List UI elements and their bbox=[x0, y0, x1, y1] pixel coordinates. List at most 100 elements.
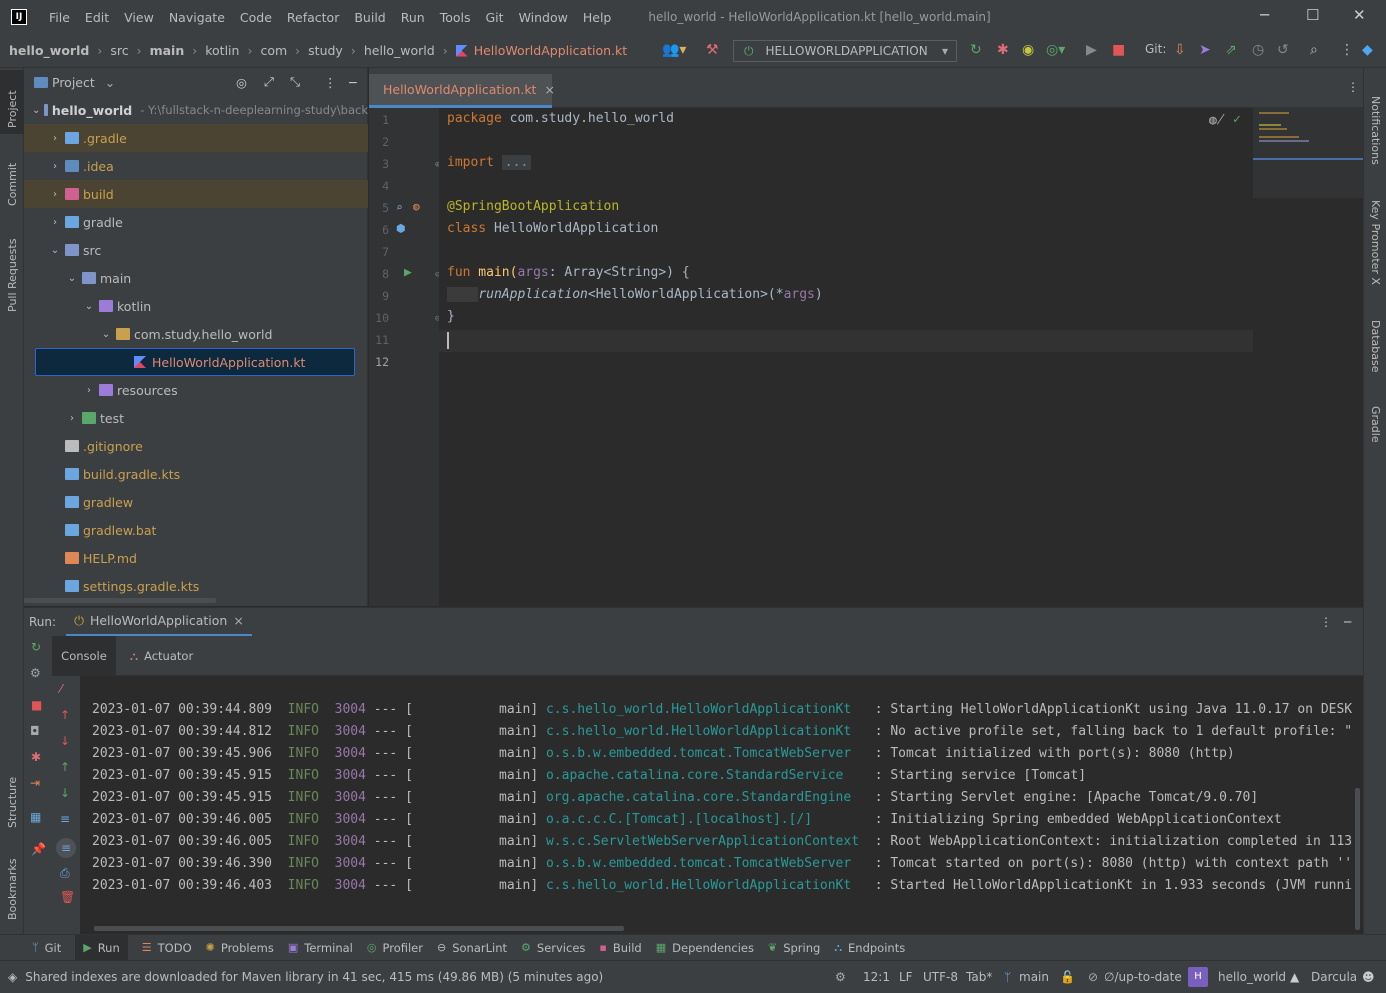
history-icon[interactable]: ◷ bbox=[1252, 42, 1264, 58]
menu-tools[interactable]: Tools bbox=[440, 10, 471, 25]
editor-tab[interactable]: HelloWorldApplication.kt × bbox=[369, 74, 555, 108]
breadcrumb-main[interactable]: main bbox=[150, 43, 185, 58]
tool-window-bookmarks[interactable]: Bookmarks bbox=[6, 859, 19, 920]
menu-git[interactable]: Git bbox=[486, 10, 504, 25]
close-icon[interactable]: ✕ bbox=[1353, 6, 1366, 24]
tool-todo[interactable]: ☰ TODO bbox=[142, 941, 192, 955]
pin-icon[interactable]: 📌 bbox=[31, 842, 46, 856]
rollback-icon[interactable]: ↺ bbox=[1277, 42, 1289, 58]
soft-wrap-icon[interactable]: ≡ bbox=[60, 812, 70, 826]
background-tasks-icon[interactable]: ⚙ bbox=[835, 970, 846, 984]
clear-icon[interactable]: ⁄ bbox=[60, 682, 62, 696]
tool-profiler[interactable]: ◎ Profiler bbox=[367, 941, 423, 955]
tool-window-project[interactable]: Project bbox=[6, 90, 19, 128]
down-arrow-icon[interactable]: ↓ bbox=[60, 734, 70, 748]
debug-icon[interactable]: ✱ bbox=[997, 42, 1009, 58]
menu-view[interactable]: View bbox=[124, 10, 154, 25]
rerun-icon[interactable]: ↻ bbox=[31, 640, 41, 654]
hide-panel-icon[interactable]: ─ bbox=[349, 75, 357, 90]
run-gutter-icon[interactable]: ▶ bbox=[404, 265, 412, 280]
tree-item[interactable]: ⌄ com.study.hello_world bbox=[24, 320, 368, 348]
console-output[interactable]: 2023-01-07 00:39:44.809 INFO 3004 --- [ … bbox=[80, 676, 1363, 934]
vertical-scrollbar[interactable] bbox=[1355, 788, 1360, 930]
chevron-right-icon[interactable]: › bbox=[49, 189, 61, 200]
git-push-icon[interactable]: ⇗ bbox=[1225, 42, 1237, 58]
tool-spring[interactable]: ❦ Spring bbox=[768, 941, 820, 955]
chevron-down-icon[interactable]: ⌄ bbox=[100, 329, 112, 340]
tree-item[interactable]: gradlew.bat bbox=[24, 516, 368, 544]
tool-terminal[interactable]: ▣ Terminal bbox=[288, 941, 353, 955]
tree-item[interactable]: › build bbox=[24, 180, 368, 208]
breadcrumb-hello-world[interactable]: hello_world bbox=[364, 43, 435, 58]
tool-window-key-promoter[interactable]: Key Promoter X bbox=[1369, 200, 1382, 285]
menu-window[interactable]: Window bbox=[519, 10, 568, 25]
git-update-icon[interactable]: ⇩ bbox=[1174, 42, 1186, 58]
console-tab[interactable]: Console bbox=[52, 636, 116, 676]
user-icon[interactable]: 👥▾ bbox=[662, 42, 686, 58]
maximize-icon[interactable]: ☐ bbox=[1306, 6, 1319, 24]
breadcrumb-kotlin[interactable]: kotlin bbox=[205, 43, 239, 58]
tree-item[interactable]: gradlew bbox=[24, 488, 368, 516]
lock-icon[interactable]: 🔓 bbox=[1060, 970, 1075, 984]
chevron-right-icon[interactable]: › bbox=[66, 413, 78, 424]
tree-item[interactable]: › gradle bbox=[24, 208, 368, 236]
tree-item[interactable]: .gitignore bbox=[24, 432, 368, 460]
project-name[interactable]: hello_world bbox=[1218, 970, 1286, 984]
more-icon[interactable]: ⋮ bbox=[1340, 42, 1354, 58]
tree-item[interactable]: › .gradle bbox=[24, 124, 368, 152]
project-panel-title[interactable]: Project bbox=[52, 75, 95, 90]
tree-item[interactable]: ⌄ src bbox=[24, 236, 368, 264]
folded-imports[interactable]: ... bbox=[501, 155, 532, 170]
actuator-tab[interactable]: ⛬ Actuator bbox=[130, 636, 193, 676]
tree-item[interactable]: ⌄ main bbox=[24, 264, 368, 292]
chevron-down-icon[interactable]: ⌄ bbox=[66, 273, 78, 284]
caret-position[interactable]: 12:1 bbox=[863, 970, 890, 984]
menu-navigate[interactable]: Navigate bbox=[169, 10, 225, 25]
menu-file[interactable]: File bbox=[49, 10, 70, 25]
tool-window-gradle[interactable]: Gradle bbox=[1369, 406, 1382, 443]
expand-all-icon[interactable]: ⤢ bbox=[264, 74, 274, 90]
down-arrow-icon[interactable]: ↓ bbox=[60, 786, 70, 800]
tool-window-commit[interactable]: Commit bbox=[6, 163, 19, 206]
spring-search-icon[interactable]: ⌕ bbox=[396, 201, 403, 214]
plugin-icon[interactable]: ◆ bbox=[1362, 42, 1373, 58]
hide-panel-icon[interactable]: ─ bbox=[1344, 615, 1351, 629]
menu-build[interactable]: Build bbox=[354, 10, 385, 25]
chevron-right-icon[interactable]: › bbox=[49, 161, 61, 172]
code-editor[interactable]: package com.study.hello_world import ...… bbox=[439, 108, 1363, 606]
user-icon[interactable]: ☻ bbox=[1362, 970, 1375, 984]
spring-bean-icon[interactable]: ◍ bbox=[413, 200, 420, 213]
breadcrumb-project[interactable]: hello_world bbox=[9, 43, 89, 58]
chevron-down-icon[interactable]: ⌄ bbox=[105, 75, 115, 90]
coverage-icon[interactable]: ◉ bbox=[1022, 42, 1034, 58]
menu-edit[interactable]: Edit bbox=[85, 10, 109, 25]
profile-icon[interactable]: ◎▾ bbox=[1046, 42, 1065, 58]
tool-window-database[interactable]: Database bbox=[1369, 320, 1382, 373]
tool-window-structure[interactable]: Structure bbox=[6, 777, 19, 828]
target-icon[interactable]: ◎ bbox=[236, 75, 247, 90]
tool-services[interactable]: ⚙ Services bbox=[521, 941, 585, 955]
tree-item[interactable]: › .idea bbox=[24, 152, 368, 180]
breadcrumb-com[interactable]: com bbox=[260, 43, 287, 58]
status-message[interactable]: Shared indexes are downloaded for Maven … bbox=[25, 970, 603, 984]
indent-setting[interactable]: Tab* bbox=[966, 970, 992, 984]
horizontal-scrollbar[interactable] bbox=[94, 926, 624, 931]
options-icon[interactable]: ⋮ bbox=[324, 75, 337, 90]
breadcrumb-file[interactable]: HelloWorldApplication.kt bbox=[474, 43, 627, 58]
tool-problems[interactable]: ✺ Problems bbox=[206, 941, 274, 955]
menu-code[interactable]: Code bbox=[240, 10, 272, 25]
run-icon[interactable]: ▶ bbox=[1086, 42, 1097, 58]
vcs-state[interactable]: ∅/up-to-date bbox=[1104, 970, 1182, 984]
up-arrow-icon[interactable]: ↑ bbox=[60, 708, 70, 722]
tree-item[interactable]: HelloWorldApplication.kt bbox=[35, 348, 355, 376]
chevron-right-icon[interactable]: › bbox=[83, 385, 95, 396]
stop-icon[interactable]: ■ bbox=[1112, 42, 1125, 58]
tool-endpoints[interactable]: ⛬ Endpoints bbox=[834, 941, 905, 955]
reader-mode-icon[interactable]: ◍̸ bbox=[1209, 113, 1225, 128]
stop-icon[interactable]: ■ bbox=[31, 698, 42, 712]
tree-item[interactable]: settings.gradle.kts bbox=[24, 572, 368, 600]
minimap[interactable] bbox=[1253, 108, 1363, 198]
tool-git[interactable]: ᛘ Git bbox=[32, 941, 61, 955]
git-branch[interactable]: main bbox=[1019, 970, 1049, 984]
scroll-to-end-icon[interactable]: ≡ bbox=[56, 838, 76, 858]
